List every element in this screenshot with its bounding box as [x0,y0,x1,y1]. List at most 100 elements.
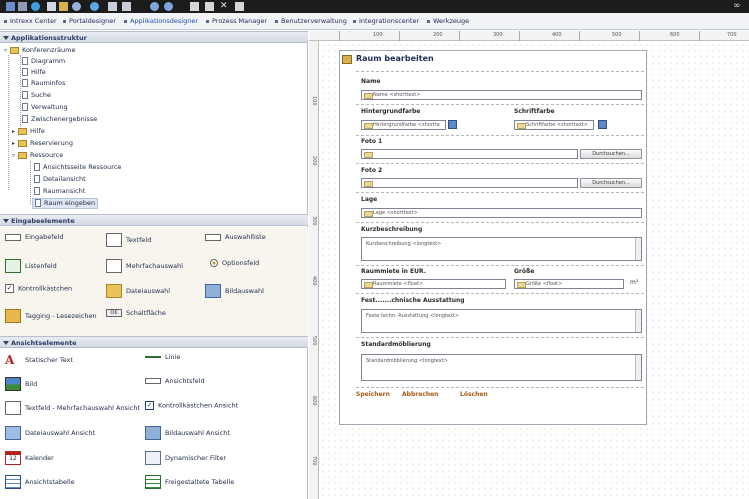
tree-sub-raum-eingeben[interactable]: Raum eingeben [32,198,99,209]
table-icon [5,475,21,489]
vertical-ruler: 100 200 300 400 500 600 700 [309,41,319,499]
palette-eingabefeld[interactable]: Eingabefeld [5,233,64,249]
browse-button-foto1[interactable]: Durchsuchen... [580,149,642,159]
palette-bild[interactable]: Bild [5,377,37,393]
tree-item-verwaltung[interactable]: Verwaltung [22,103,68,114]
label-lage: Lage [361,196,378,203]
color-picker-icon[interactable] [598,120,607,129]
palette-dateiauswahl[interactable]: Dateiauswahl [106,284,170,300]
palette-kalender[interactable]: 12 Kalender [5,451,54,467]
undo-icon[interactable] [150,2,159,11]
tree-item-suche[interactable]: Suche [22,91,51,102]
palette-dateiauswahl-ansicht[interactable]: Dateiauswahl Ansicht [5,426,95,442]
menu-applikationsdesigner[interactable]: Applikationsdesigner [124,17,198,25]
palette-bildauswahl[interactable]: Bildauswahl [205,284,264,300]
palette-linie[interactable]: Linie [145,353,180,369]
page-icon [35,199,41,207]
new-icon[interactable] [47,2,56,11]
view-field-icon [145,378,161,384]
tree-group-ressource[interactable]: ▿ Ressource [12,151,63,162]
cancel-button[interactable]: Abbrechen [402,391,438,398]
scrollbar[interactable] [635,310,641,332]
input-raummiete[interactable]: Raummiete <float> [361,279,506,289]
palette-optionsfeld[interactable]: Optionsfeld [210,259,259,275]
textarea-moeblierung[interactable]: Standardmöblierung <longtext> [361,354,642,381]
page-icon [34,175,40,183]
eingabeelemente-header[interactable]: Eingabeelemente [0,214,308,226]
input-groesse[interactable]: Größe <float> [514,279,624,289]
menu-intrexx-center[interactable]: Intrexx Center [4,17,57,25]
textarea-ausstattung[interactable]: Feste techn. Ausstattung <longtext> [361,309,642,333]
palette-kontrollkaestchen[interactable]: ✓ Kontrollkästchen [5,284,72,300]
menu-werkzeuge[interactable]: Werkzeuge [427,17,469,25]
palette-textfeld[interactable]: Textfeld [106,233,151,249]
palette-statischer-text[interactable]: A Statischer Text [5,353,73,369]
palette-tagging[interactable]: Tagging - Lesezeichen [5,309,97,325]
tree-item-diagramm[interactable]: Diagramm [22,57,65,68]
globe-dropdown-icon[interactable] [90,2,99,11]
save-button[interactable]: Speichern [356,391,390,398]
tree-sub-ansichtsseite[interactable]: Ansichtsseite Ressource [34,163,121,174]
palette-bildauswahl-ansicht[interactable]: Bildauswahl Ansicht [145,426,230,442]
collapse-icon[interactable] [3,341,9,345]
tree-item-zwischenergebnisse[interactable]: Zwischenergebnisse [22,115,97,126]
copy-icon[interactable] [190,2,199,11]
tree-item-rauminfos[interactable]: Rauminfos [22,79,65,90]
input-schriftfarbe[interactable]: Schriftfarbe <shorttext> [514,120,594,130]
palette-freigestaltete-tabelle[interactable]: Freigestaltete Tabelle [145,475,234,491]
applikationsstruktur-header[interactable]: Applikationsstruktur [0,31,308,43]
save-icon[interactable] [108,2,117,11]
tree-group-hilfe[interactable]: ▸ Hilfe [12,127,45,138]
collapse-icon[interactable] [3,36,9,40]
globe-icon[interactable] [31,2,40,11]
color-picker-icon[interactable] [448,120,457,129]
delete-button[interactable]: Löschen [460,391,488,398]
input-hintergrundfarbe[interactable]: Hintergrundfarbe <shortte [361,120,446,130]
tree-group-reservierung[interactable]: ▸ Reservierung [12,139,73,150]
palette-kontrollkaestchen-ansicht[interactable]: ✓ Kontrollkästchen Ansicht [145,401,238,417]
form-icon [342,55,352,64]
menu-prozess-manager[interactable]: Prozess Manager [206,17,267,25]
palette-mehrfachauswahl[interactable]: Mehrfachauswahl [106,259,183,275]
stack-icon[interactable] [235,2,244,11]
free-table-icon [145,475,161,489]
collapse-icon[interactable] [3,219,9,223]
scrollbar[interactable] [635,355,641,380]
palette-auswahlliste[interactable]: Auswahlliste [205,233,266,249]
tree-sub-detailansicht[interactable]: Detailansicht [34,175,86,186]
tree-sub-raumansicht[interactable]: Raumansicht [34,187,85,198]
textarea-kurzbeschreibung[interactable]: Kurzbeschreibung <longtext> [361,237,642,261]
menu-portaldesigner[interactable]: Portaldesigner [63,17,116,25]
form-raum-bearbeiten[interactable]: Raum bearbeiten Name Name <shorttext> Hi… [339,50,647,425]
folder-icon[interactable] [59,2,68,11]
palette-textfeld-ansicht[interactable]: Textfeld - Mehrfachauswahl Ansicht [5,401,140,417]
menu-benutzerverwaltung[interactable]: Benutzerverwaltung [275,17,347,25]
tools-icon[interactable] [18,2,27,11]
redo-icon[interactable] [164,2,173,11]
scrollbar[interactable] [635,238,641,260]
input-foto1[interactable] [361,149,578,159]
palette-ansichtsfeld[interactable]: Ansichtsfeld [145,377,205,393]
window-icon[interactable] [122,2,131,11]
palette-listenfeld[interactable]: Listenfeld [5,259,57,275]
delete-icon[interactable]: ✕ [220,2,229,11]
tree-item-hilfe[interactable]: Hilfe [22,68,46,79]
input-name[interactable]: Name <shorttext> [361,90,642,100]
palette-ansichtstabelle[interactable]: Ansichtstabelle [5,475,75,491]
tree-root[interactable]: ▿ Konferenzräume [4,46,76,57]
user-icon[interactable] [72,2,81,11]
browse-button-foto2[interactable]: Durchsuchen... [580,178,642,188]
ansichtselemente-header[interactable]: Ansichtselemente [0,336,308,348]
input-lage[interactable]: Lage <shorttext> [361,208,642,218]
design-canvas[interactable]: 100 200 300 400 500 600 700 100 200 300 … [309,31,749,499]
page-icon [22,115,28,123]
paste-icon[interactable] [205,2,214,11]
palette-schaltflaeche[interactable]: OK Schaltfläche [106,309,166,325]
left-panel: Applikationsstruktur ▿ Konferenzräume Dia… [0,31,308,499]
palette-dynamischer-filter[interactable]: Dynamischer Filter [145,451,226,467]
arrow-icon[interactable] [6,2,15,11]
radio-icon [210,259,218,267]
menu-integrationscenter[interactable]: Integrationscenter [353,17,419,25]
dropdown-icon [205,233,221,241]
input-foto2[interactable] [361,178,578,188]
